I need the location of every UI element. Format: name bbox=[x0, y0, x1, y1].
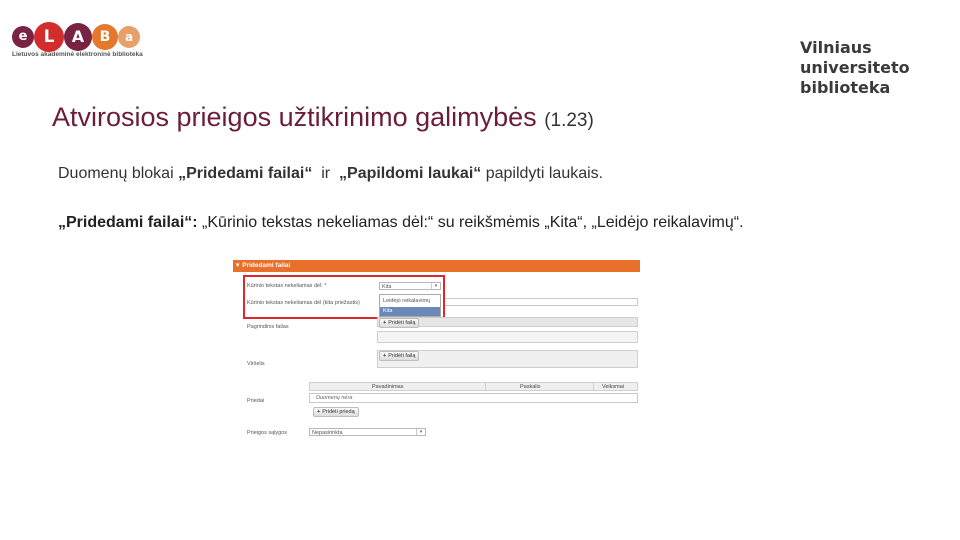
paragraph-attached-files: „Pridedami failai“: „Kūrinio tekstas nek… bbox=[58, 211, 818, 234]
logo-subtitle: Lietuvos akademinė elektroninė bibliotek… bbox=[12, 51, 143, 58]
access-conditions-label: Prieigos sąlygos bbox=[247, 430, 288, 436]
para1-mid: ir bbox=[312, 165, 340, 182]
col-actions: Veiksmai bbox=[602, 384, 625, 390]
para1-bold-attached-files: „Pridedami failai“ bbox=[178, 165, 313, 182]
col-title: Pavadinimas bbox=[372, 384, 404, 390]
add-cover-file-button[interactable]: + Pridėti failą bbox=[379, 351, 420, 361]
reason-other-input[interactable] bbox=[443, 298, 638, 306]
attachments-label: Priedai bbox=[247, 398, 265, 404]
para1-bold-additional-fields: „Papildomi laukai“ bbox=[339, 165, 482, 182]
slide-title-number: (1.23) bbox=[544, 110, 594, 131]
column-divider bbox=[485, 383, 486, 391]
access-conditions-value: Nepasirinkta bbox=[312, 430, 343, 436]
para1-prefix: Duomenų blokai bbox=[58, 165, 179, 182]
logo-letter-e: e bbox=[12, 26, 34, 48]
add-attachment-label: Pridėti priedą bbox=[322, 409, 355, 415]
main-file-label: Pagrindinis failas bbox=[247, 324, 289, 330]
add-cover-file-label: Pridėti failą bbox=[388, 353, 416, 359]
logo-letter-L: L bbox=[34, 22, 64, 52]
university-logo-line-1: Vilniaus bbox=[800, 38, 872, 57]
slide-title-text: Atvirosios prieigos užtikrinimo galimybė… bbox=[52, 102, 537, 132]
upload-main-file-label: Pridėti failą bbox=[388, 320, 416, 326]
attached-files-header-label: Pridedami failai bbox=[242, 262, 291, 269]
chevron-down-icon: ▾ bbox=[416, 429, 425, 435]
logo-letter-a: a bbox=[118, 26, 140, 48]
cover-label: Viršelis bbox=[247, 361, 265, 367]
para2-bold: „Pridedami failai“: bbox=[58, 214, 198, 231]
col-explanation: Paskalis bbox=[520, 384, 541, 390]
triangle-down-icon: ▾ bbox=[236, 262, 240, 269]
add-attachment-button[interactable]: + Pridėti priedą bbox=[313, 407, 359, 417]
attachments-table-header: Pavadinimas Paskalis Veiksmai bbox=[309, 382, 638, 391]
column-divider bbox=[593, 383, 594, 391]
access-conditions-select[interactable]: Nepasirinkta ▾ bbox=[309, 428, 426, 436]
plus-icon: + bbox=[383, 353, 387, 359]
attachments-empty-row: Duomenų nėra bbox=[309, 393, 638, 403]
para1-suffix: papildyti laukais. bbox=[481, 165, 604, 182]
form-screenshot: ▾ Pridedami failai Kūrinio tekstas nekeli… bbox=[233, 260, 640, 445]
university-library-logo: Vilniaus universiteto biblioteka bbox=[800, 38, 910, 98]
plus-icon: + bbox=[383, 320, 387, 326]
para2-text: „Kūrinio tekstas nekeliamas dėl:“ su rei… bbox=[197, 214, 744, 231]
university-logo-line-2: universiteto bbox=[800, 58, 910, 77]
university-logo-line-3: biblioteka bbox=[800, 78, 891, 97]
upload-main-file-button[interactable]: + Pridėti failą bbox=[379, 318, 420, 328]
elaba-logo: e L A B a Lietuvos akademinė elektroninė… bbox=[12, 20, 152, 62]
logo-letter-A: A bbox=[64, 23, 92, 51]
logo-letter-B: B bbox=[92, 24, 118, 50]
highlight-box bbox=[243, 275, 445, 319]
plus-icon: + bbox=[317, 409, 321, 415]
attached-files-header[interactable]: ▾ Pridedami failai bbox=[233, 260, 640, 272]
main-file-area bbox=[377, 331, 638, 343]
paragraph-data-blocks: Duomenų blokai „Pridedami failai“ ir „Pa… bbox=[58, 165, 603, 183]
slide-title: Atvirosios prieigos užtikrinimo galimybė… bbox=[52, 102, 594, 133]
